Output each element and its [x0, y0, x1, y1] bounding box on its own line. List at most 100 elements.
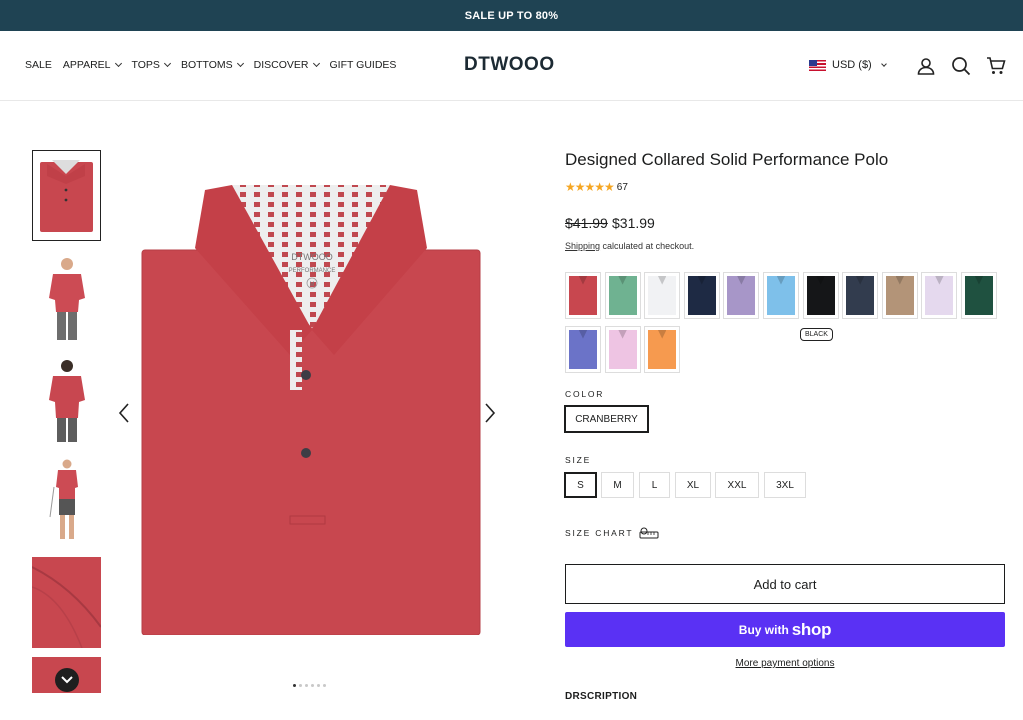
chevron-down-icon: [61, 676, 73, 684]
nav-item-discover[interactable]: DISCOVER: [253, 59, 320, 71]
swatch-fill: [727, 276, 756, 315]
color-swatch-forest[interactable]: [961, 272, 997, 319]
site-header: SALE APPAREL TOPS BOTTOMS DISCOVER GIFT …: [0, 31, 1023, 101]
swatch-fill: [965, 276, 993, 315]
account-icon[interactable]: [916, 56, 936, 76]
color-swatch-white[interactable]: [644, 272, 681, 319]
swatch-fill: [846, 276, 875, 315]
swatch-fill: [569, 276, 597, 315]
swatch-fill: [806, 276, 835, 315]
currency-selector[interactable]: USD ($): [809, 59, 887, 71]
thumbnail-scroll-down-button[interactable]: [55, 668, 79, 692]
pagination-dot[interactable]: [323, 684, 326, 687]
color-swatch-navy[interactable]: [683, 272, 720, 319]
color-swatch-lilac[interactable]: [921, 272, 958, 319]
nav-item-tops[interactable]: TOPS: [131, 59, 171, 71]
nav-label: GIFT GUIDES: [329, 59, 397, 71]
pagination-dot[interactable]: [317, 684, 320, 687]
cart-icon[interactable]: [986, 56, 1006, 76]
nav-item-bottoms[interactable]: BOTTOMS: [180, 59, 244, 71]
size-option-xxl[interactable]: XXL: [715, 472, 759, 498]
add-to-cart-button[interactable]: Add to cart: [565, 564, 1005, 604]
size-option-3xl[interactable]: 3XL: [764, 472, 806, 498]
buy-with-shop-button[interactable]: Buy with shop: [565, 612, 1005, 647]
site-logo[interactable]: DTWOOO: [464, 54, 555, 76]
more-payment-options-link[interactable]: More payment options: [565, 658, 1005, 669]
color-swatch-sky[interactable]: [763, 272, 799, 319]
chevron-down-icon: [312, 59, 320, 68]
nav-item-sale[interactable]: SALE: [25, 59, 52, 71]
thumbnail-fabric-closeup[interactable]: [32, 557, 101, 648]
currency-label: USD ($): [832, 59, 872, 71]
chevron-down-icon: [236, 59, 244, 68]
swatch-fill: [925, 276, 954, 315]
buy-with-label: Buy with: [738, 622, 789, 637]
swatch-fill: [608, 276, 637, 315]
label-size-tag: M: [310, 282, 315, 288]
color-swatch-sage[interactable]: [604, 272, 641, 319]
model-full-image: [49, 459, 78, 539]
description-heading[interactable]: DRSCRIPTION: [565, 691, 637, 702]
nav-label: DISCOVER: [253, 59, 309, 71]
review-count: 67: [616, 181, 628, 193]
shipping-link[interactable]: Shipping: [565, 241, 600, 251]
thumbnail-model-front[interactable]: [32, 252, 101, 343]
announcement-text: SALE UP TO 80%: [464, 9, 559, 22]
thumbnail-model-back[interactable]: [32, 354, 101, 445]
color-swatch-pink[interactable]: [604, 326, 641, 373]
color-label: COLOR: [565, 389, 605, 399]
swatch-fill: [687, 276, 716, 315]
polo-thumbnail-image: [40, 159, 93, 232]
thumbnail-polo-folded[interactable]: [32, 150, 101, 241]
previous-image-arrow[interactable]: [118, 402, 130, 424]
color-swatch-khaki[interactable]: [881, 272, 918, 319]
size-chart-link[interactable]: SIZE CHART: [565, 527, 659, 539]
color-swatch-lavender[interactable]: [723, 272, 760, 319]
color-swatch-orange[interactable]: [644, 326, 681, 373]
size-option-xl[interactable]: XL: [675, 472, 711, 498]
label-brand-text: DTWOOO: [291, 252, 333, 262]
chevron-down-icon: [114, 59, 122, 68]
size-option-s[interactable]: S: [564, 472, 597, 498]
color-swatch-slate[interactable]: [842, 272, 879, 319]
nav-item-apparel[interactable]: APPAREL: [63, 59, 122, 71]
thumbnail-model-full[interactable]: [32, 455, 101, 546]
size-option-l[interactable]: L: [639, 472, 670, 498]
nav-label: BOTTOMS: [180, 59, 233, 71]
model-front-image: [48, 257, 85, 340]
shipping-text: calculated at checkout.: [600, 241, 695, 251]
color-swatch-periwinkle[interactable]: [565, 326, 601, 373]
size-label: SIZE: [565, 455, 592, 465]
swatch-fill: [885, 276, 914, 315]
polo-main-image: DTWOOO PERFORMANCE M: [141, 185, 481, 636]
model-back-image: [48, 359, 85, 442]
size-option-m[interactable]: M: [601, 472, 634, 498]
main-product-image: DTWOOO PERFORMANCE M: [140, 180, 485, 636]
pagination-dot[interactable]: [299, 684, 302, 687]
next-image-arrow[interactable]: [484, 402, 496, 424]
us-flag-icon: [809, 59, 826, 71]
pagination-dot[interactable]: [293, 684, 296, 687]
pagination-dot[interactable]: [305, 684, 308, 687]
selected-color: CRANBERRY: [564, 405, 649, 433]
chevron-down-icon: [163, 59, 171, 68]
sale-price: $31.99: [612, 215, 655, 231]
nav-label: TOPS: [131, 59, 160, 71]
product-rating[interactable]: ★★★★★ 67: [565, 180, 628, 194]
swatch-tooltip: BLACK: [800, 328, 833, 341]
chevron-down-icon: [880, 60, 887, 67]
color-swatch-black[interactable]: [802, 272, 839, 319]
original-price: $41.99: [565, 215, 608, 231]
size-chart-label: SIZE CHART: [565, 528, 634, 538]
swatch-fill: [767, 276, 795, 315]
swatch-fill: [648, 276, 677, 315]
nav-item-gift-guides[interactable]: GIFT GUIDES: [330, 59, 397, 71]
shop-logo: shop: [791, 619, 832, 639]
pagination-dot[interactable]: [311, 684, 314, 687]
color-swatch-cranberry[interactable]: [565, 272, 601, 319]
fabric-closeup-image: [32, 566, 101, 648]
ruler-icon: [639, 527, 659, 539]
swatch-fill: [608, 330, 637, 369]
main-nav: SALE APPAREL TOPS BOTTOMS DISCOVER GIFT …: [25, 59, 407, 71]
search-icon[interactable]: [951, 56, 971, 76]
